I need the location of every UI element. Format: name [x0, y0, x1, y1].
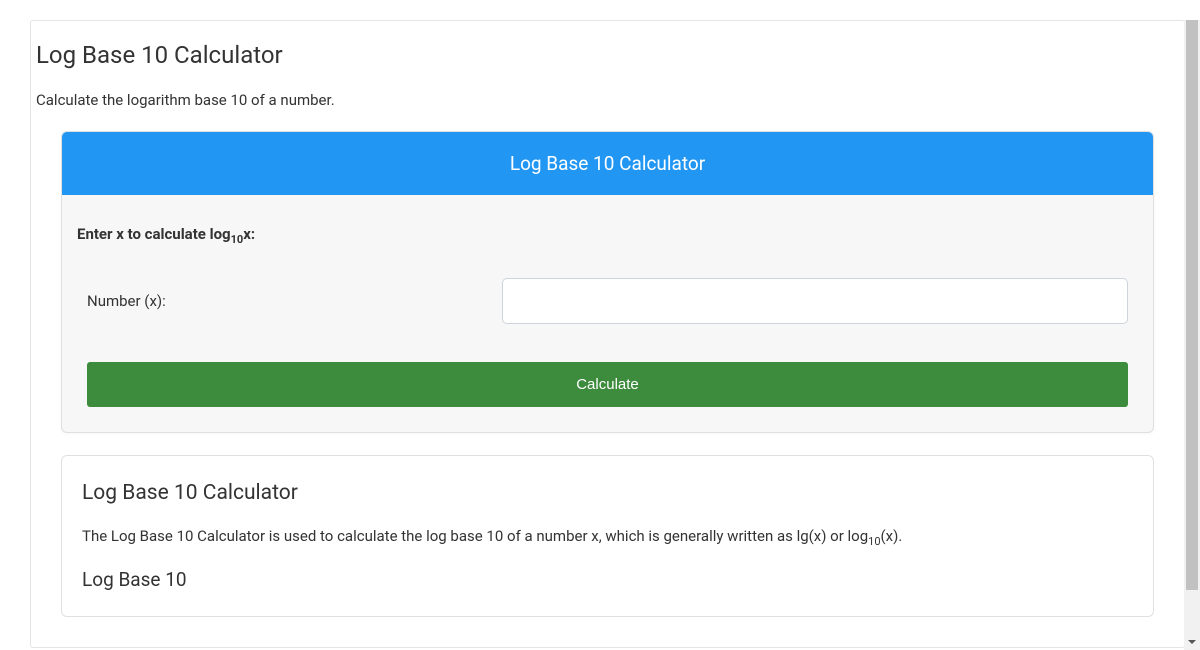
calculator-body: Enter x to calculate log10x: Number (x):… — [62, 195, 1153, 432]
calculator-card: Log Base 10 Calculator Enter x to calcul… — [61, 131, 1154, 433]
input-row: Number (x): — [77, 278, 1138, 324]
calculator-prompt: Enter x to calculate log10x: — [77, 225, 1138, 246]
info-heading: Log Base 10 Calculator — [82, 481, 1133, 505]
page-title: Log Base 10 Calculator — [31, 21, 1184, 69]
info-text-suffix: (x). — [881, 527, 903, 545]
scrollbar-track[interactable] — [1184, 20, 1200, 650]
info-card: Log Base 10 Calculator The Log Base 10 C… — [61, 455, 1154, 617]
prompt-prefix: Enter x to calculate log — [77, 225, 231, 243]
info-subheading: Log Base 10 — [82, 568, 1133, 591]
scrollbar-thumb[interactable] — [1186, 20, 1198, 590]
info-text-prefix: The Log Base 10 Calculator is used to ca… — [82, 527, 868, 545]
main-container: Log Base 10 Calculator Calculate the log… — [30, 20, 1185, 648]
number-label: Number (x): — [87, 292, 502, 310]
calculate-button[interactable]: Calculate — [87, 362, 1128, 407]
prompt-sub: 10 — [231, 233, 244, 246]
calculator-header: Log Base 10 Calculator — [62, 132, 1153, 195]
number-input[interactable] — [502, 278, 1128, 324]
info-text-sub: 10 — [868, 535, 880, 548]
scrollbar-down-arrow-icon[interactable] — [1184, 634, 1200, 650]
info-text: The Log Base 10 Calculator is used to ca… — [82, 527, 1133, 548]
page-subtitle: Calculate the logarithm base 10 of a num… — [31, 69, 1184, 109]
prompt-suffix: x: — [243, 225, 255, 243]
